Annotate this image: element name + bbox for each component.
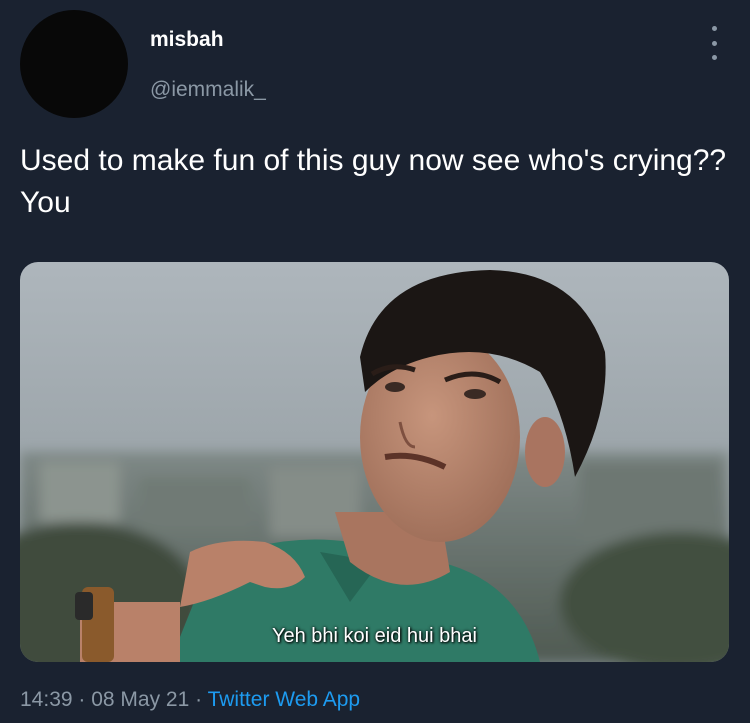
display-name[interactable]: misbah — [150, 28, 224, 52]
tweet-text: Used to make fun of this guy now see who… — [20, 144, 727, 219]
user-handle[interactable]: @iemmalik_ — [150, 78, 266, 102]
tweet-meta: 14:39 · 08 May 21 · Twitter Web App — [20, 688, 360, 712]
tweet-source-link[interactable]: Twitter Web App — [208, 688, 361, 711]
tweet-media-image[interactable]: Yeh bhi koi eid hui bhai — [20, 262, 729, 662]
more-options-icon[interactable] — [704, 26, 724, 60]
tweet-date[interactable]: 08 May 21 — [91, 688, 189, 711]
avatar[interactable] — [20, 10, 128, 118]
tweet-time[interactable]: 14:39 — [20, 688, 73, 711]
meta-separator: · — [72, 688, 92, 711]
meta-separator: · — [189, 688, 208, 711]
meme-caption: Yeh bhi koi eid hui bhai — [272, 625, 477, 647]
meme-illustration — [20, 262, 729, 662]
